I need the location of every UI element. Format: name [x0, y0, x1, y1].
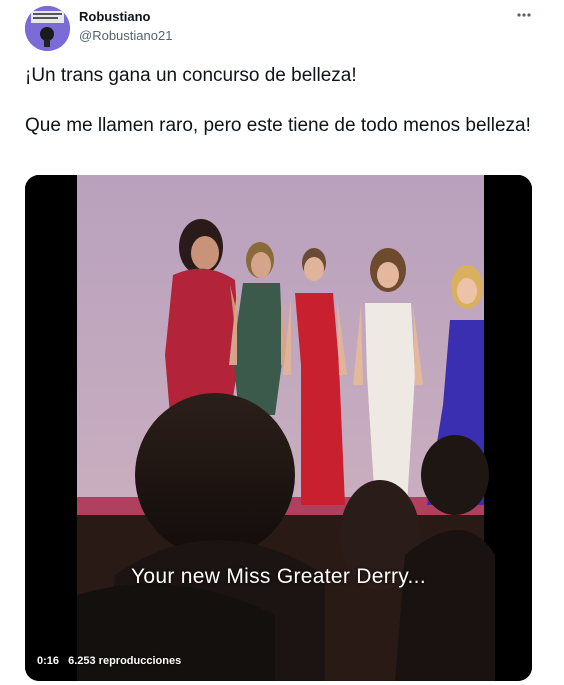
avatar[interactable]	[25, 6, 70, 51]
video-frame	[25, 175, 532, 681]
more-horizontal-icon[interactable]	[514, 8, 534, 22]
video-views: 6.253 reproducciones	[68, 655, 182, 667]
author-handle[interactable]: @Robustiano21	[79, 28, 172, 43]
video-caption: Your new Miss Greater Derry...	[131, 565, 426, 588]
author-name[interactable]: Robustiano	[79, 9, 151, 24]
avatar-image	[25, 6, 70, 51]
tweet-text: ¡Un trans gana un concurso de belleza! Q…	[25, 65, 531, 136]
video-player[interactable]: Your new Miss Greater Derry... 0:16 6.25…	[25, 175, 532, 681]
video-meta: 0:16 6.253 reproducciones	[37, 655, 187, 667]
video-time: 0:16	[37, 655, 60, 667]
